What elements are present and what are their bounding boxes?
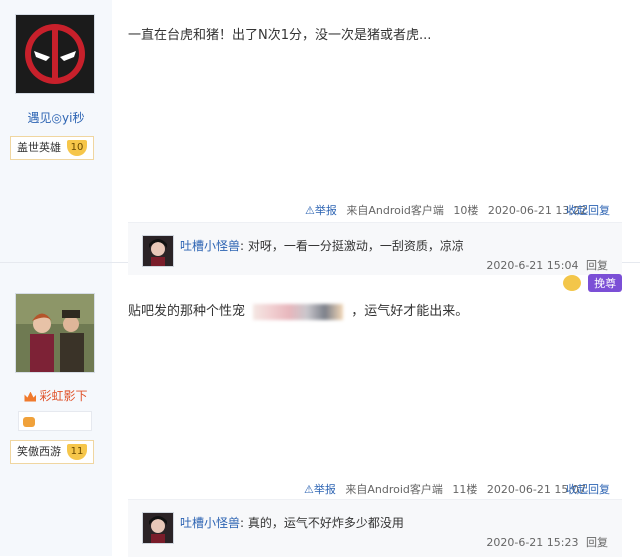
- reply-text: : 对呀，一看一分挺激动，一刮资质，凉凉: [240, 239, 464, 253]
- honor-icon: [23, 417, 35, 427]
- reply-time: 2020-6-21 15:23: [486, 536, 579, 549]
- post-source: 来自Android客户端: [346, 204, 444, 217]
- movie-avatar-icon: [16, 294, 94, 372]
- content-after: ，运气好才能出来。: [351, 304, 469, 319]
- reply-content: 吐槽小怪兽: 真的，运气不好炸多少都没用: [180, 514, 404, 531]
- post-meta: ⚠举报 来自Android客户端 10楼 2020-06-21 13:22: [305, 202, 587, 218]
- collapse-reply-button[interactable]: 收起回复: [566, 202, 610, 218]
- author-level: 盖世英雄 10: [10, 136, 94, 160]
- level-title: 盖世英雄: [17, 141, 61, 154]
- reply-box: 吐槽小怪兽: 真的，运气不好炸多少都没用 2020-6-21 15:23 回复: [128, 499, 622, 557]
- author-avatar[interactable]: [15, 14, 95, 94]
- reply-meta: 2020-6-21 15:23 回复: [486, 534, 608, 550]
- author-honor-box: [18, 411, 92, 431]
- reply-avatar[interactable]: [142, 512, 174, 544]
- reply-text: : 真的，运气不好炸多少都没用: [240, 516, 404, 530]
- report-link[interactable]: ⚠举报: [304, 483, 336, 496]
- reply-content: 吐槽小怪兽: 对呀，一看一分挺激动，一刮资质，凉凉: [180, 237, 464, 254]
- vip-crown-icon: [24, 391, 37, 402]
- level-title: 笑傲西游: [17, 445, 61, 458]
- level-badge-icon: 11: [67, 444, 87, 460]
- reply-avatar-icon: [143, 236, 173, 266]
- post-source: 来自Android客户端: [345, 483, 443, 496]
- author-name[interactable]: 彩虹影下: [0, 387, 112, 404]
- content-before: 贴吧发的那种个性宠: [128, 304, 246, 319]
- deadpool-avatar-icon: [16, 15, 94, 93]
- collapse-reply-button[interactable]: 收起回复: [566, 481, 610, 497]
- post-content: 一直在台虎和猪！出了N次1分，没一次是猪或者虎...: [128, 28, 432, 43]
- author-avatar[interactable]: [15, 293, 95, 373]
- author-level: 笑傲西游 11: [10, 440, 94, 464]
- reply-button[interactable]: 回复: [586, 536, 608, 549]
- post-floor: 11楼: [452, 483, 478, 496]
- report-link[interactable]: ⚠举报: [305, 204, 337, 217]
- post-meta: ⚠举报 来自Android客户端 11楼 2020-06-21 15:07: [304, 481, 586, 497]
- author-name[interactable]: 遇见◎yi秒: [0, 109, 112, 126]
- post-floor-11: 彩虹影下 笑傲西游 11 贴吧发的那种个性宠 ，运气好才能出来。 ⚠举报 来自An…: [0, 263, 640, 557]
- reply-username[interactable]: 吐槽小怪兽: [180, 239, 240, 253]
- level-badge-icon: 10: [67, 140, 87, 156]
- reply-avatar-icon: [143, 513, 173, 543]
- post-content: 贴吧发的那种个性宠 ，运气好才能出来。: [128, 300, 468, 320]
- post-floor-10: 遇见◎yi秒 盖世英雄 10 一直在台虎和猪！出了N次1分，没一次是猪或者虎...…: [0, 0, 640, 275]
- reply-username[interactable]: 吐槽小怪兽: [180, 516, 240, 530]
- post-floor: 10楼: [453, 204, 479, 217]
- content-blurred-image: [253, 303, 344, 320]
